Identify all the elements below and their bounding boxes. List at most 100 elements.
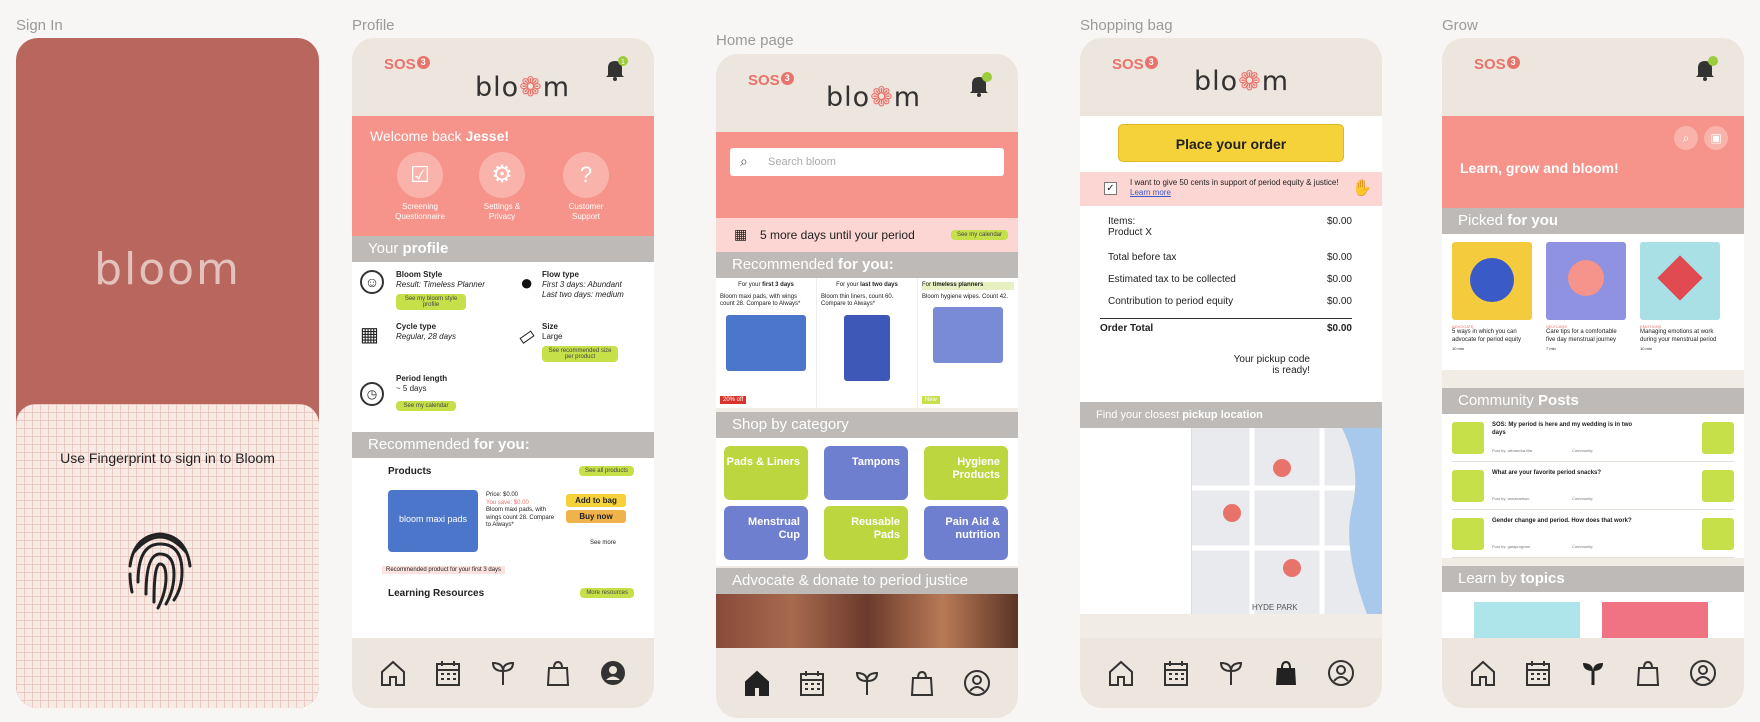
topic-tile[interactable] [1474, 602, 1580, 638]
product-image [933, 307, 1003, 363]
buy-now-button[interactable]: Buy now [566, 510, 626, 523]
grow-nav [1442, 638, 1744, 708]
bell-icon[interactable]: 1 [602, 56, 628, 82]
calendar-icon[interactable] [1160, 657, 1192, 689]
recommended-bar: Recommended for you: [716, 252, 1018, 278]
account-icon[interactable] [1325, 657, 1357, 689]
see-all-products-button[interactable]: See all products [578, 466, 634, 476]
new-tag: New [922, 396, 941, 404]
account-icon[interactable] [1687, 657, 1719, 689]
store-list [1080, 428, 1192, 614]
summary-row: Estimated tax to be collected $0.00 [1108, 274, 1352, 285]
picked-articles: ADVOCATE 5 ways in which you can advocat… [1442, 234, 1744, 370]
topic-tile[interactable] [1602, 602, 1708, 638]
category-cup[interactable]: Menstrual Cup [724, 506, 808, 560]
advocate-photo[interactable] [716, 594, 1018, 650]
place-order-button[interactable]: Place your order [1118, 124, 1344, 162]
post-row[interactable]: SOS: My period is here and my wedding is… [1452, 414, 1734, 462]
article-card[interactable]: EMOTIONS Managing emotions at work durin… [1640, 242, 1720, 351]
bag-icon[interactable] [906, 667, 938, 699]
gear-icon: ⚙ [479, 152, 525, 198]
grow-screen: SOS 3 Learn, grow and bloom! ⌕ ▣ Picked f… [1442, 38, 1744, 708]
calendar-icon[interactable] [796, 667, 828, 699]
pickup-location-bar: Find your closest pickup location [1080, 402, 1382, 428]
category-pads[interactable]: Pads & Liners [724, 446, 808, 500]
bookmark-icon[interactable]: ▣ [1704, 126, 1728, 150]
bag-header: SOS 3 blo❁m [1080, 38, 1382, 116]
bell-icon[interactable] [966, 72, 992, 98]
see-more-link[interactable]: See more [590, 540, 616, 546]
sprout-icon[interactable] [1577, 657, 1609, 689]
sos-button[interactable]: SOS 3 [384, 56, 430, 73]
bag-icon[interactable] [1270, 657, 1302, 689]
home-icon[interactable] [377, 657, 409, 689]
more-resources-button[interactable]: More resources [580, 588, 634, 598]
sos-button[interactable]: SOS 3 [1112, 56, 1158, 73]
category-pain-aid[interactable]: Pain Aid & nutrition [924, 506, 1008, 560]
action-settings[interactable]: ⚙ Settings & Privacy [472, 152, 532, 222]
hand-icon: ✋ [1352, 180, 1372, 197]
rec-card[interactable]: For timeless planners Bloom hygiene wipe… [918, 278, 1018, 408]
products-title: Products [388, 466, 432, 477]
summary-row: Contribution to period equity $0.00 [1108, 296, 1352, 307]
product-image: bloom maxi pads [388, 490, 478, 552]
bell-icon[interactable] [1692, 56, 1718, 82]
action-questionnaire[interactable]: ☑ Screening Questionnaire [390, 152, 450, 222]
learning-title: Learning Resources [388, 588, 485, 599]
calendar-icon[interactable] [1522, 657, 1554, 689]
fingerprint-panel[interactable]: Use Fingerprint to sign in to Bloom [16, 404, 319, 708]
size-button[interactable]: See recommended size per product [542, 346, 618, 362]
bag-nav [1080, 638, 1382, 708]
home-icon[interactable] [741, 667, 773, 699]
search-panel: ⌕ Search bloom [716, 132, 1018, 218]
recommended-bar: Recommended for you: [352, 432, 654, 458]
rec-card[interactable]: For your first 3 days Bloom maxi pads, w… [716, 278, 817, 408]
calendar-icon[interactable] [432, 657, 464, 689]
sos-button[interactable]: SOS 3 [1474, 56, 1520, 73]
bag-screen: SOS 3 blo❁m Place your order ✓ I want to … [1080, 38, 1382, 708]
community-bar: Community Posts [1442, 388, 1744, 414]
see-calendar-button[interactable]: See my calendar [950, 230, 1008, 240]
svg-text:HYDE PARK: HYDE PARK [1252, 603, 1298, 612]
fingerprint-icon[interactable] [124, 522, 196, 610]
frame-label-grow: Grow [1442, 17, 1478, 34]
cycle-block: Cycle type Regular, 28 days [396, 322, 457, 341]
sprout-icon[interactable] [1215, 657, 1247, 689]
profile-screen: SOS 3 blo❁m 1 Welcome back Jesse! ☑ Scree… [352, 38, 654, 708]
article-card[interactable]: ADVOCATE 5 ways in which you can advocat… [1452, 242, 1532, 351]
signin-logo: bloom [94, 244, 241, 295]
article-card[interactable]: SELFCARE Care tips for a comfortable fiv… [1546, 242, 1626, 351]
post-row[interactable]: Gender change and period. How does that … [1452, 510, 1734, 558]
size-block: Size Large See recommended size per prod… [542, 322, 646, 363]
action-support[interactable]: ? Customer Support [556, 152, 616, 222]
sos-button[interactable]: SOS 3 [748, 72, 794, 89]
search-input[interactable]: ⌕ Search bloom [730, 148, 1004, 176]
sprout-icon[interactable] [487, 657, 519, 689]
bag-icon[interactable] [542, 657, 574, 689]
style-profile-button[interactable]: See my bloom style profile [396, 294, 466, 310]
donate-checkbox[interactable]: ✓ [1104, 182, 1117, 195]
article-image [1546, 242, 1626, 320]
your-profile-bar: Your profile [352, 236, 654, 262]
post-row[interactable]: What are your favorite period snacks? Po… [1452, 462, 1734, 510]
product-image [726, 314, 806, 371]
post-badge [1702, 470, 1734, 502]
category-reusable[interactable]: Reusable Pads [824, 506, 908, 560]
calendar-button[interactable]: See my calendar [396, 401, 456, 411]
learn-more-link[interactable]: Learn more [1130, 188, 1171, 197]
bloom-logo: blo❁m [826, 82, 922, 113]
home-nav [716, 648, 1018, 718]
account-icon[interactable] [597, 657, 629, 689]
category-hygiene[interactable]: Hygiene Products [924, 446, 1008, 500]
home-icon[interactable] [1105, 657, 1137, 689]
rec-card[interactable]: For your last two days Bloom thin liners… [817, 278, 918, 408]
pickup-map[interactable]: HYDE PARK [1080, 428, 1382, 614]
donate-text: I want to give 50 cents in support of pe… [1130, 178, 1339, 197]
category-tampons[interactable]: Tampons [824, 446, 908, 500]
search-icon[interactable]: ⌕ [1674, 126, 1698, 150]
home-icon[interactable] [1467, 657, 1499, 689]
bag-icon[interactable] [1632, 657, 1664, 689]
sprout-icon[interactable] [851, 667, 883, 699]
add-to-bag-button[interactable]: Add to bag [566, 494, 626, 507]
account-icon[interactable] [961, 667, 993, 699]
